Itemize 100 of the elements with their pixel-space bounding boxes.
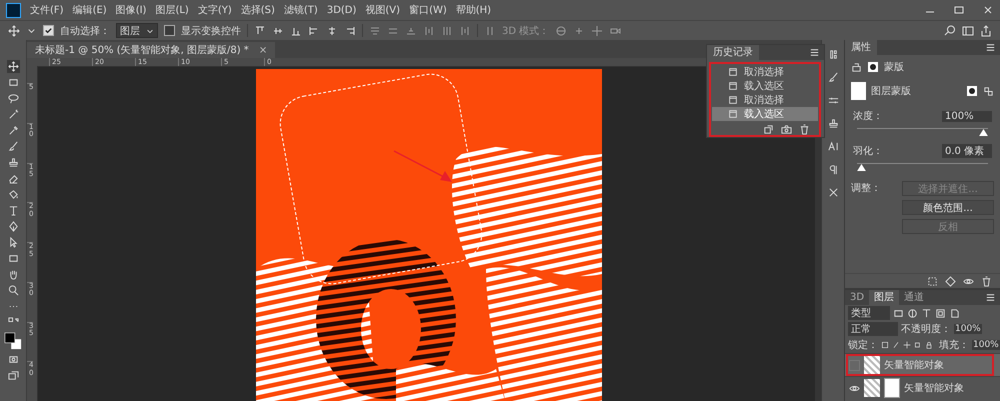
layer-filter-icon[interactable]: [893, 308, 904, 318]
apply-mask-icon[interactable]: [945, 276, 956, 286]
selection-icon[interactable]: [927, 276, 938, 286]
move-icon[interactable]: [6, 60, 20, 73]
feather-label: 羽化：: [853, 145, 883, 158]
character-icon[interactable]: [826, 140, 840, 153]
section-label: 蒙版: [884, 60, 904, 74]
layer-icon[interactable]: [851, 62, 862, 72]
filter-dropdown[interactable]: 类型: [848, 306, 890, 320]
search-icon[interactable]: [944, 24, 956, 36]
pen-icon[interactable]: [6, 220, 20, 233]
panel-tab[interactable]: 通道: [899, 290, 930, 305]
color-swatches-icon[interactable]: [4, 332, 22, 350]
3d-tool-icon[interactable]: [591, 24, 604, 36]
eyedropper-icon[interactable]: [6, 124, 20, 137]
align-icon[interactable]: [344, 24, 356, 36]
panel-tab[interactable]: 历史记录: [707, 45, 759, 60]
layer-filter-icon[interactable]: [921, 308, 932, 318]
distribute-icon[interactable]: [441, 24, 453, 36]
arrow: [394, 150, 452, 182]
menu-item[interactable]: 编辑(E): [72, 3, 107, 17]
maximize-icon[interactable]: [953, 4, 965, 16]
history-item[interactable]: 载入选区: [712, 79, 818, 93]
share-icon[interactable]: [980, 24, 992, 36]
checkbox[interactable]: [164, 25, 175, 36]
3d-tool-icon[interactable]: [555, 24, 568, 36]
mask-icon[interactable]: [867, 61, 879, 73]
align-icon[interactable]: [326, 24, 338, 36]
panel-tab[interactable]: 图层: [869, 290, 900, 305]
feather-field[interactable]: 0.0 像素: [942, 144, 992, 158]
menu-item[interactable]: 视图(V): [365, 3, 400, 17]
mask-type-label: 图层蒙版: [871, 84, 911, 98]
brush-icon[interactable]: [826, 71, 840, 84]
panel-menu-icon[interactable]: [809, 47, 820, 58]
layer-row[interactable]: 矢量智能对象: [845, 376, 1000, 399]
panel-menu-icon[interactable]: [985, 292, 996, 303]
menu-item[interactable]: 3D(D): [326, 4, 356, 16]
stamp-icon[interactable]: [6, 156, 20, 169]
checkbox[interactable]: [43, 25, 54, 36]
menu-item[interactable]: 帮助(H): [456, 3, 492, 17]
fill-field[interactable]: 100%: [972, 340, 1000, 350]
zoom-icon[interactable]: [6, 284, 20, 297]
trash-icon[interactable]: [981, 276, 992, 286]
align-icon[interactable]: [308, 24, 320, 36]
history-item[interactable]: 载入选区: [712, 107, 818, 121]
panel-menu-icon[interactable]: [985, 42, 996, 53]
tab-close[interactable]: ×: [258, 44, 268, 56]
mask-thumbnail: [851, 82, 866, 100]
menu-item[interactable]: 窗口(W): [409, 3, 447, 17]
distribute-icon[interactable]: [369, 24, 381, 36]
move-icon[interactable]: [8, 24, 20, 36]
document-tab[interactable]: 未标题-1 @ 50% (矢量智能对象, 图层蒙版/8) * ×: [27, 42, 276, 58]
vector-mask-icon[interactable]: [983, 86, 994, 96]
menu-item[interactable]: 文件(F): [30, 3, 64, 17]
menu-item[interactable]: 选择(S): [240, 3, 275, 17]
auto-select-dropdown[interactable]: 图层: [116, 23, 158, 38]
brush-icon[interactable]: [6, 140, 20, 153]
history-item[interactable]: 取消选择: [712, 93, 818, 107]
layer-filter-icon[interactable]: [935, 308, 946, 318]
stamp-icon[interactable]: [826, 117, 840, 130]
panel-tab[interactable]: 3D: [845, 290, 870, 305]
document-icon: [728, 95, 738, 105]
camera-icon[interactable]: [781, 124, 792, 135]
adjust-button[interactable]: 颜色范围...: [902, 200, 994, 215]
tools-icon[interactable]: [826, 186, 840, 199]
menu-item[interactable]: 图层(L): [155, 3, 189, 17]
align-icon[interactable]: [254, 24, 266, 36]
workspace-icon[interactable]: [962, 24, 974, 36]
pixel-mask-icon[interactable]: [966, 85, 978, 97]
history-item[interactable]: 取消选择: [712, 65, 818, 79]
distribute-icon[interactable]: [423, 24, 435, 36]
lock-icon[interactable]: [925, 341, 933, 349]
menu-item[interactable]: 图像(I): [116, 3, 146, 17]
layer-thumbnail: [864, 379, 880, 397]
close-icon[interactable]: [982, 4, 994, 16]
layer-filter-icon[interactable]: [949, 308, 960, 318]
slider-thumb[interactable]: [979, 129, 988, 136]
lasso-icon[interactable]: [6, 92, 20, 105]
new-document-icon[interactable]: [763, 124, 774, 135]
menu-item[interactable]: 文字(Y): [198, 3, 232, 17]
menu-item[interactable]: 滤镜(T): [284, 3, 318, 17]
screen-mode-icon[interactable]: [6, 369, 20, 382]
lock-icon[interactable]: [914, 341, 922, 349]
lock-label: 锁定：: [848, 338, 878, 352]
layer-row[interactable]: 矢量智能对象: [845, 353, 1000, 376]
app-logo-icon: [6, 2, 21, 18]
document-icon: [728, 81, 738, 91]
paint-bucket-icon[interactable]: [6, 188, 20, 201]
blend-mode-dropdown[interactable]: 正常: [848, 322, 898, 336]
trash-icon[interactable]: [799, 124, 810, 135]
slider-thumb[interactable]: [857, 164, 866, 171]
magic-wand-icon[interactable]: [6, 108, 20, 121]
lock-icon[interactable]: [903, 341, 911, 349]
layer-filter-icon[interactable]: [907, 308, 918, 318]
density-field[interactable]: 100%: [942, 110, 992, 122]
panel-tab[interactable]: 属性: [845, 40, 877, 55]
3d-mode-label: 3D 模式：: [502, 24, 550, 38]
density-label: 浓度：: [853, 110, 883, 123]
opacity-field[interactable]: 100%: [954, 324, 982, 334]
distribute-icon[interactable]: [459, 24, 471, 36]
